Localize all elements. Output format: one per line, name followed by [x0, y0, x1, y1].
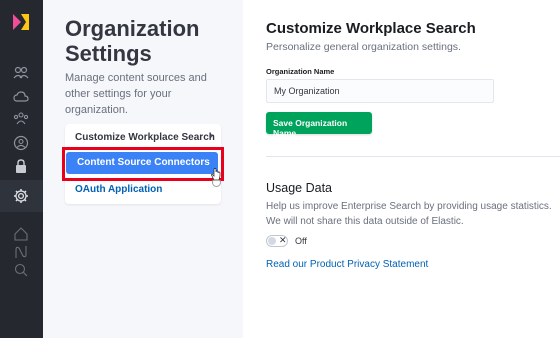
usage-data-description: Help us improve Enterprise Search by pro…	[266, 201, 552, 227]
home-icon[interactable]	[12, 225, 30, 243]
user-circle-icon[interactable]	[12, 134, 30, 152]
users-icon[interactable]	[12, 64, 30, 82]
groups-icon[interactable]	[12, 110, 30, 128]
section-divider	[266, 156, 560, 157]
sources-icon[interactable]	[12, 243, 30, 261]
org-name-input[interactable]: My Organization	[266, 79, 494, 103]
app-logo-icon[interactable]	[11, 12, 31, 32]
toggle-state-label: Off	[295, 236, 307, 246]
nav-item-oauth-application[interactable]: OAuth Application	[75, 184, 162, 195]
section-title-customize: Customize Workplace Search	[266, 20, 476, 37]
chevron-right-icon: ›	[209, 130, 213, 142]
cloud-icon[interactable]	[12, 88, 30, 106]
section-subtitle: Personalize general organization setting…	[266, 41, 461, 53]
search-icon[interactable]	[12, 261, 30, 279]
toggle-knob	[268, 237, 276, 245]
gear-icon[interactable]	[12, 187, 30, 205]
nav-item-customize-workplace-search[interactable]: Customize Workplace Search	[75, 132, 215, 143]
usage-data-toggle[interactable]: ✕	[266, 235, 288, 247]
icon-rail	[0, 0, 43, 338]
annotation-highlight-box	[62, 147, 224, 181]
usage-data-title: Usage Data	[266, 181, 333, 195]
page-description: Manage content sources and other setting…	[65, 72, 207, 116]
page-title: Organization Settings	[65, 16, 200, 66]
privacy-statement-link[interactable]: Read our Product Privacy Statement	[266, 259, 428, 270]
org-name-label: Organization Name	[266, 67, 335, 76]
main-content: Customize Workplace Search Personalize g…	[266, 0, 560, 338]
hand-pointer-icon	[211, 168, 221, 181]
lock-icon[interactable]	[12, 157, 30, 175]
close-icon: ✕	[279, 235, 287, 245]
save-org-name-button[interactable]: Save Organization Name	[266, 112, 372, 138]
